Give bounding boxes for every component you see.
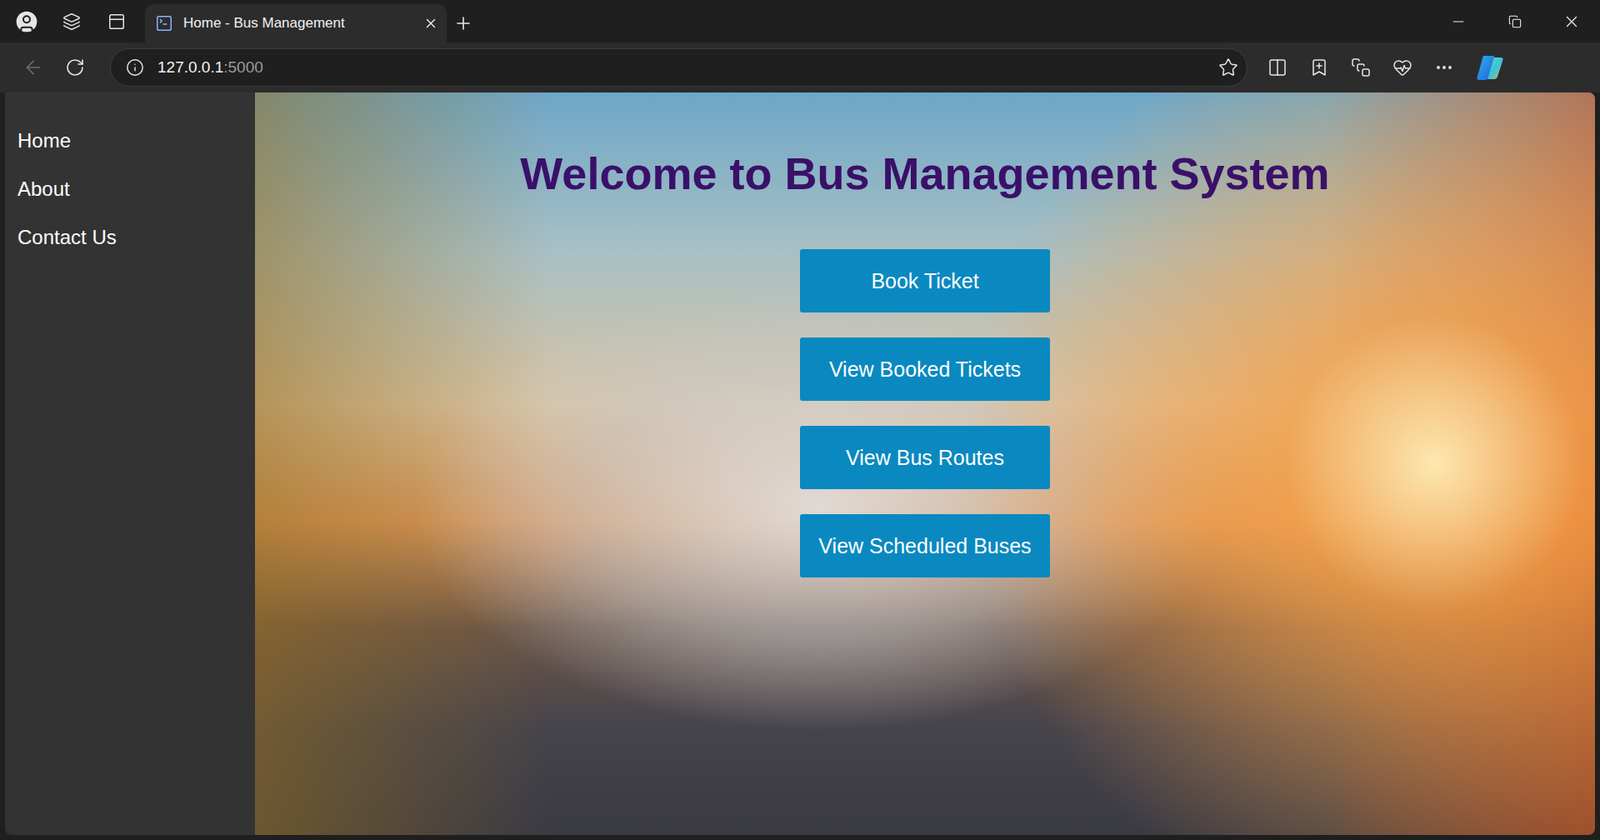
action-button[interactable]: Book Ticket [800, 249, 1050, 313]
sidebar-item[interactable]: Contact Us [5, 213, 255, 262]
browser-essentials-icon[interactable] [1392, 57, 1413, 78]
action-button[interactable]: View Booked Tickets [800, 337, 1050, 401]
favicon-icon [155, 14, 174, 33]
close-tab-icon[interactable] [423, 15, 439, 31]
browser-tab[interactable]: Home - Bus Management [145, 4, 447, 43]
address-bar[interactable]: 127.0.0.1:5000 [110, 48, 1248, 87]
favorites-icon[interactable] [1309, 57, 1330, 78]
back-arrow-icon [22, 56, 45, 79]
browser-window: Home - Bus Management 127.0.0.1:5000 HomeA… [0, 0, 1600, 840]
refresh-icon[interactable] [65, 57, 85, 78]
minimize-button[interactable] [1430, 0, 1487, 43]
tab-title: Home - Bus Management [183, 15, 414, 32]
minimize-icon[interactable] [1450, 13, 1467, 30]
workspaces-icon[interactable] [62, 12, 81, 31]
refresh-button[interactable] [58, 50, 92, 85]
workspaces-button[interactable] [55, 5, 89, 39]
more-icon[interactable] [1434, 57, 1455, 78]
action-button[interactable]: View Bus Routes [800, 425, 1050, 490]
toolbar: 127.0.0.1:5000 [0, 42, 1600, 93]
action-buttons: Book Ticket View Booked Tickets View Bus R… [800, 249, 1050, 578]
restore-icon[interactable] [1508, 15, 1522, 29]
back-button [16, 50, 50, 85]
tab-strip: Home - Bus Management [0, 0, 1600, 43]
hero-photo: Welcome to Bus Management System Book Tic… [255, 92, 1595, 835]
site-info-icon[interactable] [125, 58, 145, 77]
page-heading: Welcome to Bus Management System [520, 146, 1330, 201]
tab-actions-icon[interactable] [107, 12, 126, 31]
favorite-star-icon[interactable] [1218, 57, 1239, 78]
profile-icon[interactable] [13, 8, 40, 35]
sidebar-item[interactable]: Home [5, 116, 255, 165]
url-text[interactable]: 127.0.0.1:5000 [157, 58, 1205, 77]
sidebar-item[interactable]: About [5, 165, 255, 214]
sidebar: HomeAboutContact Us [5, 92, 255, 835]
restore-button[interactable] [1486, 0, 1544, 43]
copilot-icon[interactable] [1475, 54, 1506, 81]
new-tab-button[interactable] [453, 4, 474, 43]
split-screen-icon[interactable] [1267, 57, 1288, 78]
close-window-button[interactable] [1543, 0, 1600, 43]
plus-icon[interactable] [453, 13, 474, 34]
tab-actions-button[interactable] [100, 5, 134, 39]
collections-icon[interactable] [1350, 57, 1371, 78]
page-content: HomeAboutContact UsWelcome to Bus Manage… [5, 92, 1595, 835]
close-window-icon[interactable] [1562, 12, 1581, 31]
profile-button[interactable] [10, 5, 44, 39]
action-button[interactable]: View Scheduled Buses [800, 514, 1050, 578]
